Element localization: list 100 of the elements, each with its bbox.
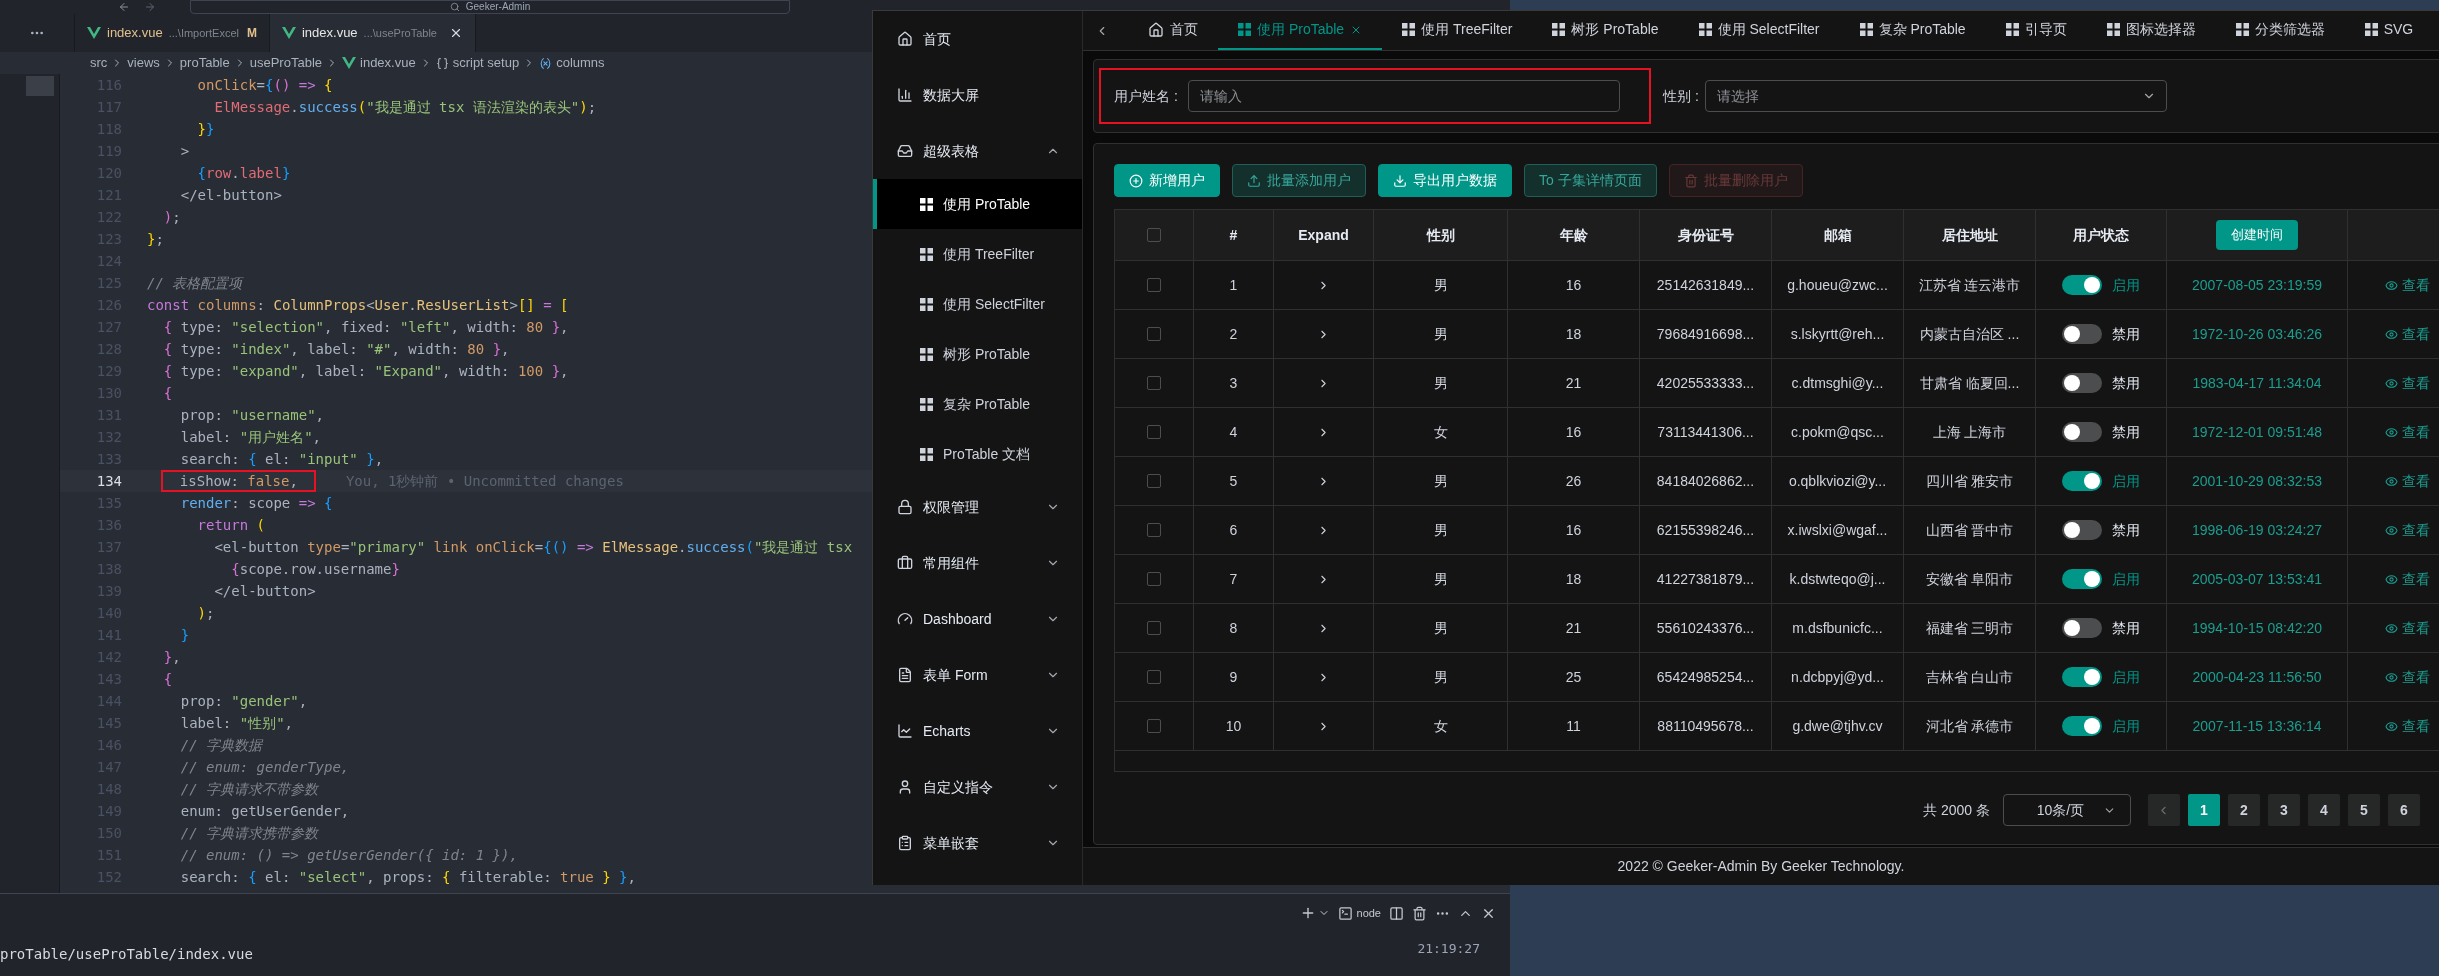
back-arrow-icon[interactable]: [118, 1, 130, 13]
checkbox[interactable]: [1147, 621, 1161, 635]
checkbox[interactable]: [1147, 719, 1161, 733]
toggle-switch[interactable]: [2062, 667, 2102, 687]
sidebar-item[interactable]: 菜单嵌套: [873, 815, 1082, 871]
table-cell-text: 62155398246...: [1656, 520, 1755, 540]
v-logo-icon: [342, 57, 356, 69]
view-link[interactable]: 查看: [2385, 470, 2430, 492]
sidebar-subitem[interactable]: 使用 ProTable: [873, 179, 1082, 229]
breadcrumb-item[interactable]: columns: [556, 53, 605, 73]
table-cell-text: 2000-04-23 11:56:50: [2192, 667, 2322, 687]
view-link[interactable]: 查看: [2385, 519, 2430, 541]
checkbox[interactable]: [1147, 228, 1161, 242]
page-tab[interactable]: 首页: [1128, 11, 1218, 50]
table-cell-text: 5: [1229, 471, 1238, 491]
page-tab[interactable]: 复杂 ProTable: [1839, 11, 1986, 50]
checkbox[interactable]: [1147, 572, 1161, 586]
page-button[interactable]: 5: [2347, 794, 2380, 826]
toggle-switch[interactable]: [2062, 618, 2102, 638]
sidebar-item[interactable]: 权限管理: [873, 479, 1082, 535]
sidebar-item[interactable]: 数据大屏: [873, 67, 1082, 123]
sidebar-item[interactable]: Echarts: [873, 703, 1082, 759]
checkbox[interactable]: [1147, 327, 1161, 341]
grid-icon: [1552, 23, 1566, 36]
split-icon[interactable]: [1389, 905, 1404, 921]
command-search-field[interactable]: Geeker-Admin: [190, 0, 790, 14]
view-link[interactable]: 查看: [2385, 274, 2430, 296]
toolbar-button[interactable]: To 子集详情页面: [1524, 164, 1657, 197]
breadcrumb-item[interactable]: useProTable: [249, 53, 322, 73]
sidebar-item[interactable]: 超级表格: [873, 123, 1082, 179]
toggle-switch[interactable]: [2062, 471, 2102, 491]
table-cell-text: 1972-12-01 09:51:48: [2192, 422, 2322, 442]
view-link[interactable]: 查看: [2385, 666, 2430, 688]
breadcrumb-item[interactable]: proTable: [179, 53, 230, 73]
editor-tab[interactable]: index.vue ...\useProTable: [269, 14, 476, 52]
sidebar-item[interactable]: 常用组件: [873, 535, 1082, 591]
toggle-switch[interactable]: [2062, 520, 2102, 540]
page-tab[interactable]: SVG: [2344, 11, 2434, 50]
checkbox[interactable]: [1147, 425, 1161, 439]
select-field[interactable]: 请选择: [1704, 80, 2167, 112]
view-link[interactable]: 查看: [2385, 617, 2430, 639]
column-header-button[interactable]: 创建时间: [2216, 220, 2298, 250]
view-link[interactable]: 查看: [2385, 715, 2430, 737]
toolbar-button[interactable]: 批量添加用户: [1232, 164, 1366, 197]
page-tab[interactable]: 使用 SelectFilter: [1678, 11, 1840, 50]
breadcrumb-item[interactable]: index.vue: [360, 53, 416, 73]
page-tab[interactable]: 图标选择器: [2086, 11, 2216, 50]
page-tab[interactable]: 分类筛选器: [2215, 11, 2345, 50]
toggle-switch[interactable]: [2062, 324, 2102, 344]
page-button[interactable]: 1: [2187, 794, 2220, 826]
window-title: Geeker-Admin: [465, 1, 531, 13]
sidebar-subitem[interactable]: ProTable 文档: [873, 429, 1082, 479]
toggle-switch[interactable]: [2062, 275, 2102, 295]
breadcrumb-item[interactable]: script setup: [452, 53, 520, 73]
sidebar-item[interactable]: 自定义指令: [873, 759, 1082, 815]
toggle-switch[interactable]: [2062, 716, 2102, 736]
checkbox[interactable]: [1147, 670, 1161, 684]
table-cell-text: 四川省 雅安市: [1925, 471, 2014, 491]
code-line: enum: getUserGender,: [179, 801, 350, 821]
toolbar-button[interactable]: 导出用户数据: [1378, 164, 1512, 197]
page-button[interactable]: 4: [2307, 794, 2340, 826]
sidebar-item[interactable]: 表单 Form: [873, 647, 1082, 703]
checkbox[interactable]: [1147, 474, 1161, 488]
trash-icon[interactable]: [1412, 905, 1427, 921]
view-link[interactable]: 查看: [2385, 421, 2430, 443]
breadcrumb-item[interactable]: views: [127, 53, 160, 73]
clipboard-icon: [897, 835, 913, 851]
code-line: prop: "gender",: [179, 691, 308, 711]
breadcrumb-item[interactable]: src: [90, 53, 108, 73]
checkbox[interactable]: [1147, 278, 1161, 292]
table-cell-text: 79684916698...: [1656, 324, 1755, 344]
toggle-switch[interactable]: [2062, 422, 2102, 442]
page-tab[interactable]: 使用 TreeFilter: [1382, 11, 1533, 50]
toggle-switch[interactable]: [2062, 373, 2102, 393]
toggle-switch[interactable]: [2062, 569, 2102, 589]
page-button[interactable]: 3: [2267, 794, 2300, 826]
page-tab[interactable]: 使用 ProTable: [1218, 11, 1383, 50]
checkbox[interactable]: [1147, 523, 1161, 537]
view-link[interactable]: 查看: [2385, 568, 2430, 590]
toolbar-button[interactable]: 新增用户: [1114, 164, 1220, 197]
page-button[interactable]: 2: [2227, 794, 2260, 826]
sidebar-subitem[interactable]: 使用 SelectFilter: [873, 279, 1082, 329]
page-button[interactable]: 6: [2387, 794, 2420, 826]
grid-icon: [1859, 23, 1873, 36]
sidebar-item[interactable]: 首页: [873, 11, 1082, 67]
code-line: // 字典请求不带参数: [179, 779, 318, 799]
page-size-select[interactable]: 10条/页: [2002, 794, 2131, 826]
page-tab[interactable]: 引导页: [1985, 11, 2087, 50]
terminal-icon[interactable]: [1337, 905, 1353, 921]
checkbox[interactable]: [1147, 376, 1161, 390]
close-icon[interactable]: [449, 26, 463, 40]
terminal-shell[interactable]: node: [1356, 904, 1381, 922]
sidebar-item[interactable]: Dashboard: [873, 591, 1082, 647]
view-link[interactable]: 查看: [2385, 372, 2430, 394]
sidebar-subitem[interactable]: 树形 ProTable: [873, 329, 1082, 379]
input-field[interactable]: 请输入: [1187, 80, 1620, 112]
sidebar-subitem[interactable]: 复杂 ProTable: [873, 379, 1082, 429]
view-link[interactable]: 查看: [2385, 323, 2430, 345]
page-tab[interactable]: 树形 ProTable: [1532, 11, 1679, 50]
sidebar-subitem[interactable]: 使用 TreeFilter: [873, 229, 1082, 279]
